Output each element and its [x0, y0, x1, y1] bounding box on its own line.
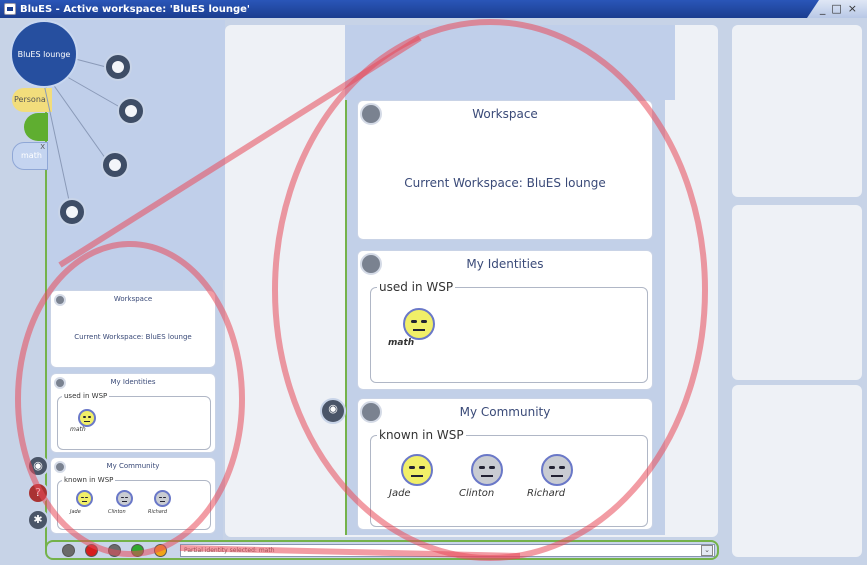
member-label: Richard — [148, 509, 168, 515]
title-bar: BluES - Active workspace: 'BluES lounge' — [0, 0, 867, 18]
small-workspace-card: Workspace Current Workspace: BluES loung… — [50, 290, 216, 368]
big-member-richard-icon[interactable] — [541, 454, 573, 486]
big-member-clinton-icon[interactable] — [471, 454, 503, 486]
big-member-label: Richard — [527, 488, 566, 499]
big-identities-legend: used in WSP — [377, 280, 456, 294]
member-label: Jade — [70, 509, 81, 515]
big-member-label: Clinton — [459, 488, 495, 499]
maximize-button[interactable]: □ — [831, 2, 841, 15]
magnified-network-icon: ◉ — [320, 398, 346, 424]
small-identities-card: My Identities used in WSP math — [50, 373, 216, 453]
member-jade-icon[interactable] — [76, 490, 93, 507]
tab-math[interactable]: math X — [12, 142, 48, 170]
status-dot-grey-2[interactable] — [108, 544, 121, 557]
status-dot-green[interactable] — [131, 544, 144, 557]
small-identities-fieldset: used in WSP math — [57, 392, 211, 450]
close-button[interactable]: × — [848, 2, 857, 15]
right-panel-bottom — [732, 385, 862, 557]
right-panel-middle — [732, 205, 862, 380]
small-community-legend: known in WSP — [62, 476, 116, 484]
tab-personal[interactable]: Persona — [12, 88, 52, 112]
big-workspace-card: Workspace Current Workspace: BluES loung… — [357, 100, 653, 240]
small-community-card: My Community known in WSP Jade Clinton R… — [50, 457, 216, 534]
settings-icon[interactable] — [58, 198, 86, 226]
big-member-label: Jade — [389, 488, 411, 499]
small-workspace-title: Workspace — [113, 295, 153, 303]
right-panel-top — [732, 25, 862, 197]
small-community-title: My Community — [106, 462, 160, 470]
status-dot-grey[interactable] — [62, 544, 75, 557]
member-label: Clinton — [108, 509, 126, 515]
big-workspace-text: Current Workspace: BluES lounge — [404, 176, 606, 190]
small-identities-title: My Identities — [110, 378, 156, 386]
big-community-fieldset: known in WSP Jade Clinton Richard — [370, 428, 648, 527]
member-clinton-icon[interactable] — [116, 490, 133, 507]
tab-personal-label: Persona — [14, 95, 46, 104]
clock-icon[interactable] — [104, 53, 132, 81]
small-workspace-text: Current Workspace: BluES lounge — [74, 333, 192, 341]
big-community-title: My Community — [459, 405, 551, 419]
document-icon[interactable] — [101, 151, 129, 179]
big-community-legend: known in WSP — [377, 428, 466, 442]
big-identity-face-icon[interactable] — [403, 308, 435, 340]
network-icon[interactable]: ◉ — [27, 455, 49, 477]
big-community-card: My Community known in WSP Jade Clinton R… — [357, 398, 653, 530]
big-identities-title: My Identities — [466, 257, 544, 271]
workspace-hub[interactable]: BluES lounge — [10, 20, 78, 88]
magnified-top-area — [345, 25, 675, 100]
member-richard-icon[interactable] — [154, 490, 171, 507]
workspace-hub-label: BluES lounge — [17, 49, 71, 59]
big-identities-card: My Identities used in WSP math — [357, 250, 653, 390]
big-identity-label: math — [388, 338, 415, 348]
status-dot-orange[interactable] — [154, 544, 167, 557]
tab-math-label: math — [21, 151, 42, 160]
window-controls: _ □ × — [820, 2, 863, 15]
refresh-icon[interactable] — [117, 97, 145, 125]
big-workspace-title: Workspace — [472, 107, 538, 121]
big-member-jade-icon[interactable] — [401, 454, 433, 486]
identity-status-select[interactable]: Partial identity selected: math ⌄ — [180, 544, 715, 557]
help-icon[interactable]: ? — [27, 482, 49, 504]
identity-status-text: Partial identity selected: math — [184, 547, 275, 554]
tab-math-close-icon[interactable]: X — [40, 134, 45, 160]
small-identity-label: math — [70, 426, 86, 433]
status-dot-red[interactable] — [85, 544, 98, 557]
app-icon — [4, 3, 16, 15]
minimize-button[interactable]: _ — [820, 2, 826, 15]
big-identities-fieldset: used in WSP math — [370, 280, 648, 383]
chevron-down-icon[interactable]: ⌄ — [701, 545, 713, 556]
window-title: BluES - Active workspace: 'BluES lounge' — [20, 3, 250, 15]
small-community-fieldset: known in WSP Jade Clinton Richard — [57, 476, 211, 530]
identity-face-icon[interactable] — [78, 409, 96, 427]
walker-icon[interactable]: ✱ — [27, 509, 49, 531]
small-identities-legend: used in WSP — [62, 392, 110, 400]
